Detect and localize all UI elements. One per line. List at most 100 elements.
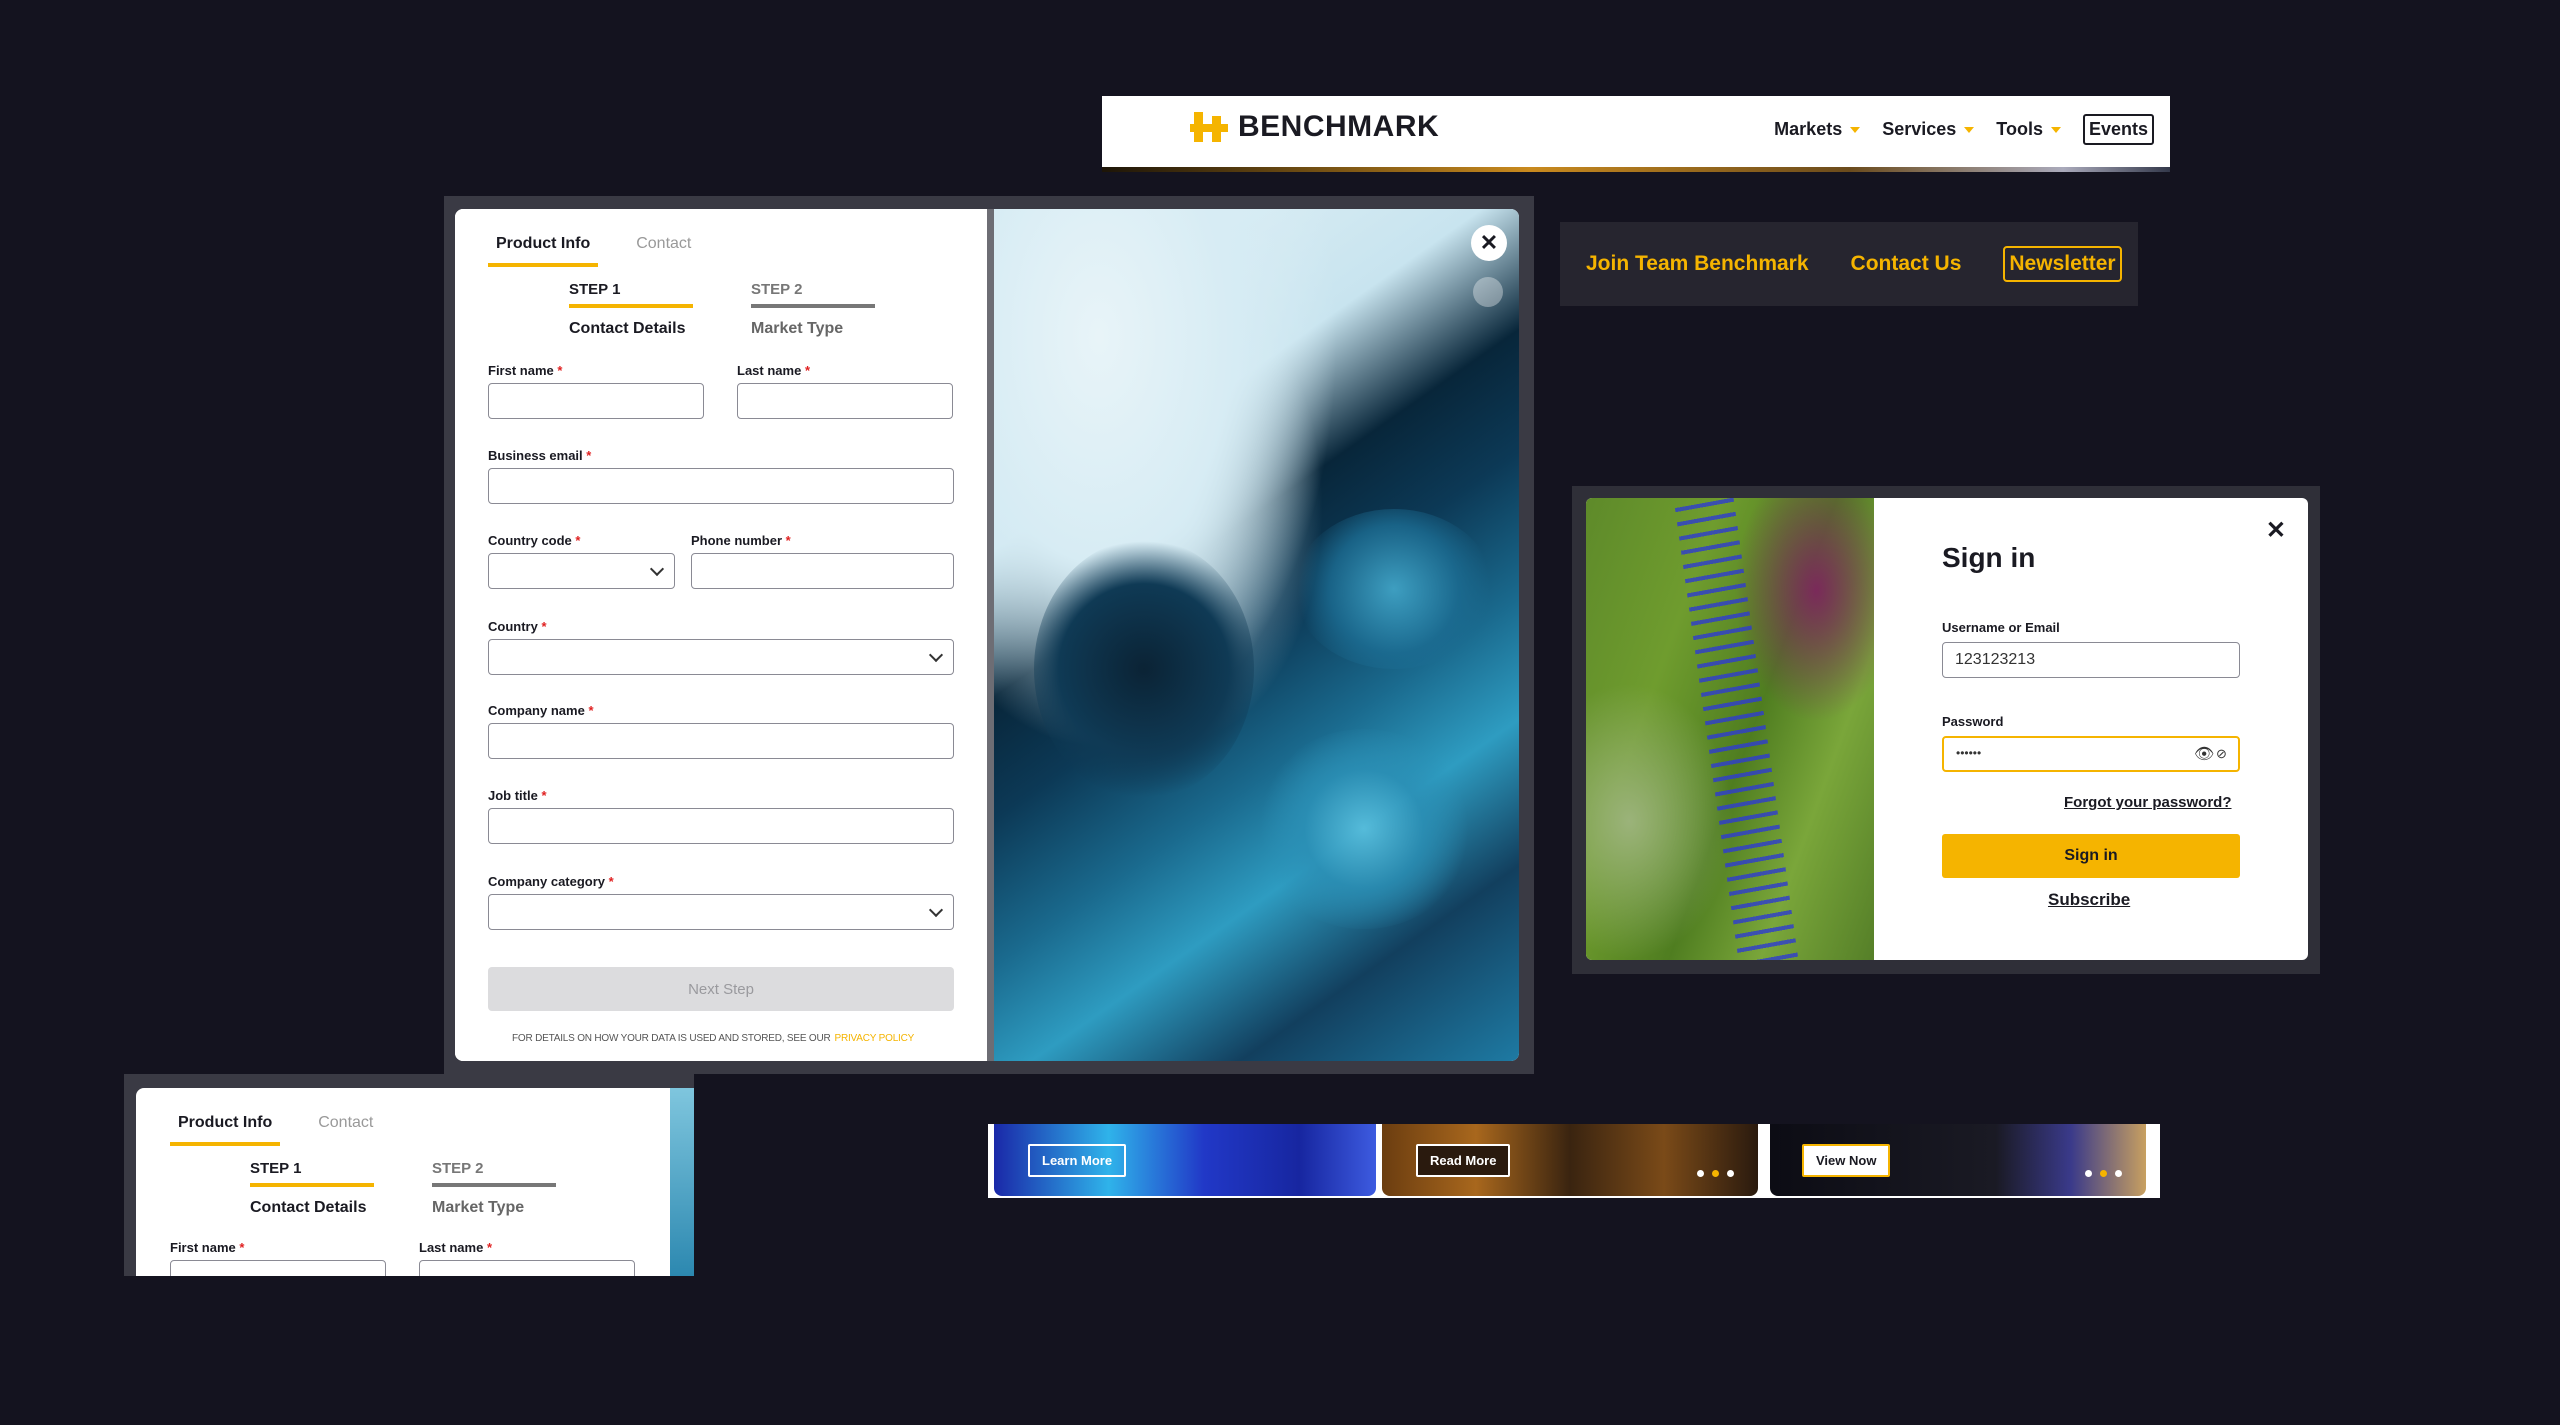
step-1-name: Contact Details	[250, 1199, 367, 1216]
subscribe-link[interactable]: Subscribe	[2048, 890, 2130, 910]
last-name-input[interactable]	[419, 1260, 635, 1276]
username-input[interactable]: 123123213	[1942, 642, 2240, 678]
business-email-label: Business email *	[488, 448, 591, 463]
close-icon[interactable]: ✕	[1471, 225, 1507, 261]
step-1[interactable]: STEP 1 Contact Details	[569, 281, 693, 338]
step-1-number: STEP 1	[250, 1160, 374, 1187]
last-name-label-text: Last name	[419, 1240, 484, 1255]
country-code-label-text: Country code	[488, 533, 572, 548]
view-now-button[interactable]: View Now	[1802, 1144, 1891, 1177]
country-select[interactable]	[488, 639, 954, 675]
image-texture	[1673, 498, 1799, 960]
last-name-label: Last name *	[419, 1240, 492, 1255]
hide-password-icon[interactable]: ⊘	[2216, 746, 2227, 762]
step-2-number: STEP 2	[751, 281, 875, 308]
image-texture	[1294, 509, 1494, 669]
form-pane: Product Info Contact STEP 1 Contact Deta…	[455, 209, 987, 1061]
required-mark: *	[486, 1240, 492, 1255]
country-label: Country *	[488, 619, 547, 634]
carousel-dot[interactable]	[1712, 1170, 1719, 1177]
first-name-label-text: First name	[170, 1240, 236, 1255]
signin-button[interactable]: Sign in	[1942, 834, 2240, 878]
company-name-label-text: Company name	[488, 703, 585, 718]
next-step-button[interactable]: Next Step	[488, 967, 954, 1011]
learn-more-button[interactable]: Learn More	[1028, 1144, 1127, 1177]
first-name-input[interactable]	[170, 1260, 386, 1276]
country-code-select[interactable]	[488, 553, 675, 589]
tab-contact[interactable]: Contact	[310, 1110, 381, 1146]
form-tabs: Product Info Contact	[488, 231, 699, 267]
image-texture	[1254, 729, 1474, 929]
newsletter-button[interactable]: Newsletter	[2003, 246, 2122, 282]
nav-services[interactable]: Services	[1882, 119, 1975, 140]
chevron-down-icon	[928, 902, 944, 918]
carousel-dot[interactable]	[1727, 1170, 1734, 1177]
company-name-input[interactable]	[488, 723, 954, 759]
satellite-image: ✕	[994, 209, 1519, 1061]
step-2-number: STEP 2	[432, 1160, 556, 1187]
nav-events-button[interactable]: Events	[2082, 114, 2154, 145]
main-nav: Markets Services Tools Events	[1774, 114, 2154, 145]
banner-strip: Learn More Read More View Now	[988, 1124, 2160, 1198]
last-name-label: Last name *	[737, 363, 810, 378]
form-steps: STEP 1 Contact Details STEP 2 Market Typ…	[250, 1160, 556, 1217]
caret-down-icon	[1964, 126, 1975, 133]
phone-number-input[interactable]	[691, 553, 954, 589]
tab-contact[interactable]: Contact	[628, 231, 699, 267]
last-name-input[interactable]	[737, 383, 953, 419]
close-icon[interactable]: ✕	[2266, 516, 2286, 545]
business-email-input[interactable]	[488, 468, 954, 504]
required-mark: *	[575, 533, 581, 548]
job-title-input[interactable]	[488, 808, 954, 844]
step-1[interactable]: STEP 1 Contact Details	[250, 1160, 374, 1217]
carousel-dots	[2085, 1170, 2122, 1177]
banner-learn: Learn More	[994, 1124, 1376, 1196]
company-category-select[interactable]	[488, 894, 954, 930]
phone-number-label: Phone number *	[691, 533, 791, 548]
signin-title: Sign in	[1942, 542, 2036, 573]
privacy-policy-link[interactable]: PRIVACY POLICY	[834, 1033, 914, 1044]
first-name-input[interactable]	[488, 383, 704, 419]
country-code-label: Country code *	[488, 533, 580, 548]
signin-satellite-image	[1586, 498, 1874, 960]
pane-divider	[987, 209, 994, 1061]
satellite-image-edge	[670, 1088, 694, 1276]
step-2[interactable]: STEP 2 Market Type	[432, 1160, 556, 1217]
nav-markets-label: Markets	[1774, 119, 1843, 139]
tab-product-info[interactable]: Product Info	[488, 231, 599, 267]
banner-view: View Now	[1770, 1124, 2146, 1196]
company-name-label: Company name *	[488, 703, 594, 718]
brand-logo[interactable]: BENCHMARK	[1190, 110, 1439, 144]
brand-name: BENCHMARK	[1238, 110, 1440, 143]
required-mark: *	[608, 874, 614, 889]
step-1-number: STEP 1	[569, 281, 693, 308]
show-password-icon[interactable]: 👁	[2194, 744, 2214, 764]
nav-tools[interactable]: Tools	[1996, 119, 2061, 140]
footer-links: Join Team Benchmark Contact Us Newslette…	[1560, 222, 2138, 306]
job-title-label: Job title *	[488, 788, 547, 803]
nav-markets[interactable]: Markets	[1774, 119, 1861, 140]
contact-us-link[interactable]: Contact Us	[1851, 252, 1962, 276]
carousel-dots	[1697, 1170, 1734, 1177]
forgot-password-link[interactable]: Forgot your password?	[2064, 794, 2232, 811]
required-mark: *	[541, 788, 547, 803]
carousel-dot[interactable]	[2085, 1170, 2092, 1177]
read-more-button[interactable]: Read More	[1416, 1144, 1511, 1177]
phone-number-label-text: Phone number	[691, 533, 783, 548]
step-1-name: Contact Details	[569, 320, 686, 337]
carousel-dot[interactable]	[2100, 1170, 2107, 1177]
step-2[interactable]: STEP 2 Market Type	[751, 281, 875, 338]
privacy-disclaimer: FOR DETAILS ON HOW YOUR DATA IS USED AND…	[512, 1033, 914, 1044]
form-steps: STEP 1 Contact Details STEP 2 Market Typ…	[569, 281, 875, 338]
form-tabs: Product Info Contact	[170, 1110, 381, 1146]
close-icon-shadow	[1473, 277, 1503, 307]
tab-product-info[interactable]: Product Info	[170, 1110, 281, 1146]
join-team-link[interactable]: Join Team Benchmark	[1586, 252, 1809, 276]
nav-tools-label: Tools	[1996, 119, 2043, 139]
header-image-strip	[1102, 167, 2170, 172]
carousel-dot[interactable]	[2115, 1170, 2122, 1177]
disclaimer-text: FOR DETAILS ON HOW YOUR DATA IS USED AND…	[512, 1033, 831, 1044]
first-name-label-text: First name	[488, 363, 554, 378]
first-name-label: First name *	[488, 363, 562, 378]
carousel-dot[interactable]	[1697, 1170, 1704, 1177]
